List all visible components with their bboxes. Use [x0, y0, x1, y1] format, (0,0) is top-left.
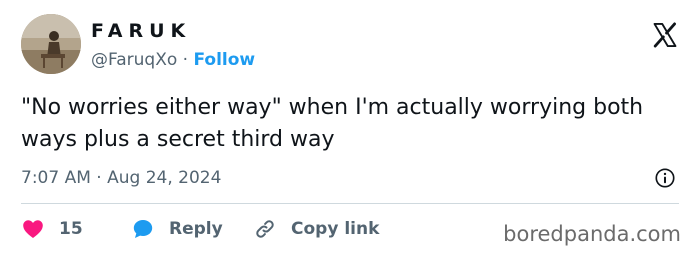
heart-icon [23, 220, 43, 238]
follow-button[interactable]: Follow [193, 50, 255, 70]
divider [21, 203, 679, 204]
link-icon [256, 220, 274, 238]
info-icon[interactable] [654, 167, 676, 189]
tweet-date: Aug 24, 2024 [107, 168, 222, 188]
timestamp[interactable]: 7:07 AM · Aug 24, 2024 [21, 167, 221, 189]
action-bar: 15 Reply Copy link [21, 217, 379, 241]
like-count: 15 [59, 219, 83, 239]
like-button[interactable]: 15 [21, 217, 131, 241]
watermark: boredpanda.com [503, 222, 681, 246]
copy-link-label: Copy link [291, 219, 380, 239]
tweet-text: "No worries either way" when I'm actuall… [21, 95, 644, 152]
copy-link-button[interactable]: Copy link [253, 217, 379, 241]
tweet-time: 7:07 AM [21, 168, 91, 188]
display-name[interactable]: FARUK [91, 20, 191, 42]
speech-bubble-icon [133, 220, 153, 238]
user-handle[interactable]: @FaruqXo [91, 50, 177, 70]
handle-separator: · [182, 50, 189, 70]
handle-line: @FaruqXo · Follow [91, 49, 255, 71]
avatar-photo [21, 14, 81, 74]
timestamp-separator: · [96, 168, 102, 188]
reply-label: Reply [169, 219, 223, 239]
avatar[interactable] [21, 14, 81, 74]
x-logo-icon[interactable] [651, 21, 679, 49]
reply-button[interactable]: Reply [131, 217, 253, 241]
